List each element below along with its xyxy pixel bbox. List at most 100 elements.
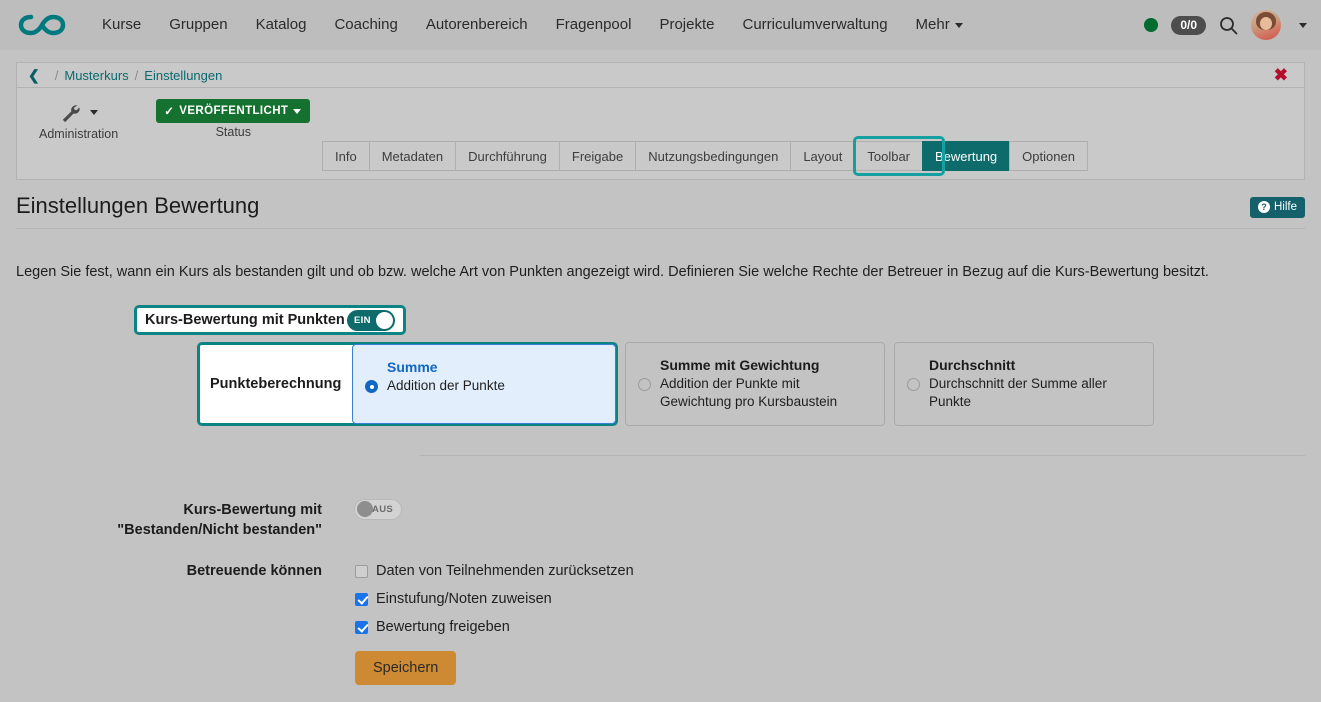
breadcrumb-separator: / [135,68,139,83]
option-title: Durchschnitt [929,357,1141,373]
nav-item-katalog[interactable]: Katalog [242,0,321,50]
tab-info[interactable]: Info [322,141,369,171]
tab-label: Bewertung [935,149,997,164]
tab-toolbar[interactable]: Toolbar [854,141,922,171]
chevron-down-icon [293,109,301,114]
tab-label: Nutzungsbedingungen [648,149,778,164]
nav-label: Katalog [256,16,307,33]
tab-label: Optionen [1022,149,1075,164]
permissions-label: Betreuende können [85,563,322,579]
nav-item-mehr[interactable]: Mehr [902,0,977,50]
nav-label: Projekte [659,16,714,33]
chevron-left-icon[interactable]: ❮ [28,67,40,84]
save-button[interactable]: Speichern [355,651,456,685]
breadcrumb-item-einstellungen[interactable]: Einstellungen [144,68,222,83]
navbar-right-group: 0/0 [1144,10,1321,40]
option-title: Summe [387,359,603,375]
switch-knob [357,501,373,517]
option-description: Addition der Punkte [387,377,603,395]
status-group: ✓ VERÖFFENTLICHT Status [156,99,310,139]
checkbox-assign-grades[interactable] [355,593,368,606]
option-card-summe[interactable]: Summe Addition der Punkte [352,344,616,424]
nav-label: Autorenbereich [426,16,528,33]
nav-item-projekte[interactable]: Projekte [645,0,728,50]
chevron-down-icon [955,23,963,28]
nav-label: Mehr [916,16,950,33]
page-title: Einstellungen Bewertung [16,193,259,219]
title-divider [16,228,1305,229]
status-label: Status [156,125,310,139]
option-title: Summe mit Gewichtung [660,357,872,373]
nav-label: Coaching [334,16,397,33]
radio-summe-mit-gewichtung[interactable] [638,378,651,391]
section-divider [420,455,1305,456]
nav-item-coaching[interactable]: Coaching [320,0,411,50]
permission-row-reset-data[interactable]: Daten von Teilnehmenden zurücksetzen [355,563,634,579]
tab-freigabe[interactable]: Freigabe [559,141,635,171]
permission-row-release-assessment[interactable]: Bewertung freigeben [355,619,634,635]
avatar[interactable] [1251,10,1281,40]
permission-label: Daten von Teilnehmenden zurücksetzen [376,563,634,579]
points-calculation-group: Punkteberechnung Summe Addition der Punk… [197,342,618,426]
tab-label: Layout [803,149,842,164]
tab-durchfuehrung[interactable]: Durchführung [455,141,559,171]
points-rating-toggle-row[interactable]: Kurs-Bewertung mit Punkten EIN [134,305,406,335]
close-icon[interactable]: ✖ [1274,67,1288,84]
radio-summe[interactable] [365,380,378,393]
switch-state-label: EIN [354,315,371,326]
nav-label: Fragenpool [556,16,632,33]
breadcrumb-item-musterkurs[interactable]: Musterkurs [64,68,128,83]
passed-failed-label: Kurs-Bewertung mit "Bestanden/Nicht best… [85,500,322,540]
wrench-icon [39,99,118,125]
tab-metadaten[interactable]: Metadaten [369,141,455,171]
infinity-logo[interactable] [18,12,66,38]
administration-menu[interactable]: Administration [39,99,118,141]
switch-state-label: AUS [372,504,393,515]
nav-item-gruppen[interactable]: Gruppen [155,0,241,50]
points-rating-switch[interactable]: EIN [347,310,395,331]
checkbox-release-assessment[interactable] [355,621,368,634]
nav-item-curriculumverwaltung[interactable]: Curriculumverwaltung [728,0,901,50]
points-calculation-label: Punkteberechnung [200,345,352,423]
intro-text: Legen Sie fest, wann ein Kurs als bestan… [16,264,1209,280]
tab-optionen[interactable]: Optionen [1009,141,1088,171]
help-label: Hilfe [1274,201,1297,213]
tab-label: Durchführung [468,149,547,164]
online-status-icon [1144,18,1158,32]
chevron-down-icon [90,110,98,115]
notification-count-badge[interactable]: 0/0 [1171,16,1206,35]
avatar-chevron-down-icon[interactable] [1299,23,1307,28]
course-toolbar: Administration ✓ VERÖFFENTLICHT Status [17,88,1304,141]
nav-links: Kurse Gruppen Katalog Coaching Autorenbe… [88,0,977,50]
option-card-summe-mit-gewichtung[interactable]: Summe mit Gewichtung Addition der Punkte… [625,342,885,426]
breadcrumb: ❮ / Musterkurs / Einstellungen ✖ [17,63,1304,88]
tab-label: Metadaten [382,149,443,164]
administration-label: Administration [39,127,118,141]
publish-status-label: VERÖFFENTLICHT [179,105,288,117]
nav-label: Gruppen [169,16,227,33]
help-button[interactable]: ? Hilfe [1250,197,1305,218]
nav-item-fragenpool[interactable]: Fragenpool [542,0,646,50]
search-icon[interactable] [1219,16,1238,35]
permission-label: Bewertung freigeben [376,619,510,635]
tab-layout[interactable]: Layout [790,141,854,171]
permissions-list: Daten von Teilnehmenden zurücksetzen Ein… [355,563,634,647]
nav-item-kurse[interactable]: Kurse [88,0,155,50]
top-navbar: Kurse Gruppen Katalog Coaching Autorenbe… [0,0,1321,50]
radio-durchschnitt[interactable] [907,378,920,391]
tab-nutzungsbedingungen[interactable]: Nutzungsbedingungen [635,141,790,171]
points-rating-label: Kurs-Bewertung mit Punkten [145,312,345,328]
permission-label: Einstufung/Noten zuweisen [376,591,552,607]
tab-label: Info [335,149,357,164]
option-description: Durchschnitt der Summe aller Punkte [929,375,1141,411]
tab-bewertung[interactable]: Bewertung [922,141,1009,171]
publish-status-button[interactable]: ✓ VERÖFFENTLICHT [156,99,310,123]
question-mark-icon: ? [1258,201,1270,213]
check-icon: ✓ [164,104,174,118]
permission-row-assign-grades[interactable]: Einstufung/Noten zuweisen [355,591,634,607]
checkbox-reset-data[interactable] [355,565,368,578]
passed-failed-switch[interactable]: AUS [354,499,402,520]
nav-label: Kurse [102,16,141,33]
nav-item-autorenbereich[interactable]: Autorenbereich [412,0,542,50]
option-card-durchschnitt[interactable]: Durchschnitt Durchschnitt der Summe alle… [894,342,1154,426]
